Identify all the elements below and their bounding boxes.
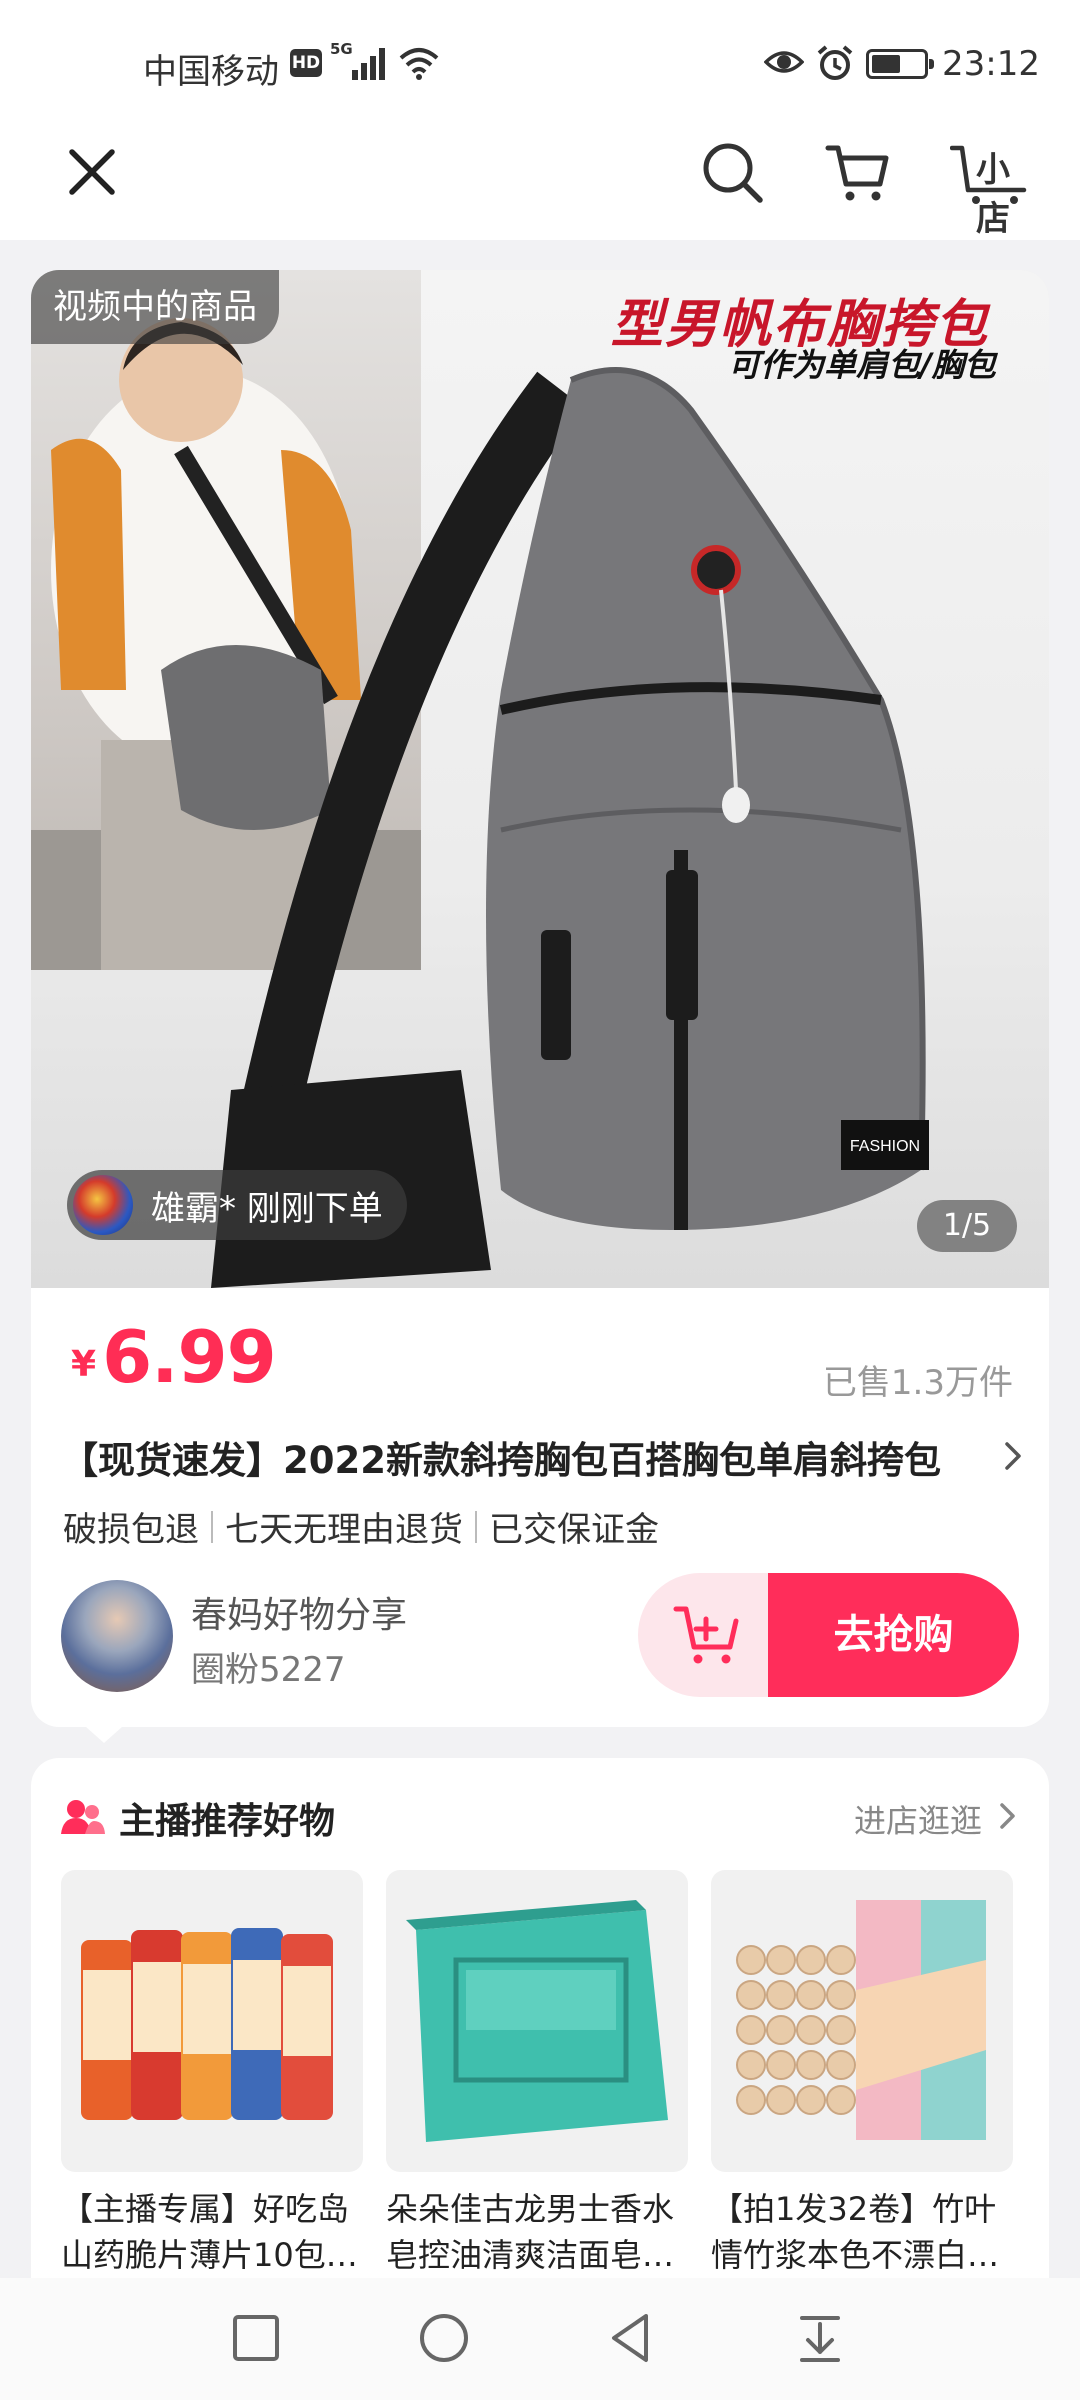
- home-icon[interactable]: [414, 2308, 474, 2368]
- search-icon[interactable]: [700, 140, 766, 206]
- image-page-indicator: 1/5: [917, 1200, 1017, 1252]
- price-value: 6.99: [102, 1315, 277, 1399]
- promo-subtitle: 可作为单肩包/胸包: [728, 346, 996, 384]
- seller-avatar[interactable]: [61, 1580, 173, 1692]
- wifi-icon: [399, 48, 439, 80]
- recommend-item[interactable]: 【主播专属】好吃岛山药脆片薄片10包…: [61, 1870, 363, 2278]
- clock: 23:12: [942, 44, 1040, 84]
- product-image-carousel[interactable]: FASHION 视频中的商品 型男帆布胸挎包 可作为单肩包/胸包 雄霸* 刚刚下…: [31, 270, 1049, 1288]
- service-item: 已交保证金: [489, 1510, 659, 1550]
- streamer-recommendations: 主播推荐好物 进店逛逛 【主播专属】好吃岛山药脆片薄片10包… 朵朵佳古龙男士香…: [31, 1758, 1049, 2278]
- cart-icon[interactable]: [824, 142, 890, 204]
- price: ¥6.99: [71, 1315, 277, 1399]
- recommend-item-image: [711, 1870, 1013, 2172]
- network-type: 5G: [330, 40, 353, 58]
- service-guarantees[interactable]: 破损包退 七天无理由退货 已交保证金: [63, 1502, 659, 1551]
- recents-icon[interactable]: [226, 2308, 286, 2368]
- people-icon: [61, 1800, 105, 1834]
- status-bar: 中国移动 HD 5G 23:12: [0, 0, 1080, 130]
- seller-name[interactable]: 春妈好物分享: [191, 1586, 407, 1638]
- battery-icon: [866, 49, 934, 79]
- buy-now-button[interactable]: 去抢购: [768, 1573, 1019, 1697]
- card-pointer: [86, 1727, 122, 1743]
- battery-level: [872, 55, 900, 73]
- add-cart-icon: [673, 1606, 739, 1664]
- section-title: 主播推荐好物: [119, 1801, 336, 1842]
- product-title[interactable]: 【现货速发】2022新款斜挎胸包百搭胸包单肩斜挎包: [61, 1430, 991, 1484]
- notification-pull-icon[interactable]: [790, 2308, 850, 2368]
- recommend-item-name: 朵朵佳古龙男士香水皂控油清爽洁面皂…: [386, 2190, 675, 2274]
- divider: [475, 1510, 477, 1543]
- service-item: 七天无理由退货: [225, 1510, 463, 1550]
- close-icon[interactable]: [62, 142, 122, 202]
- chevron-right-icon[interactable]: [995, 1800, 1019, 1832]
- carrier-label: 中国移动: [143, 52, 279, 92]
- chevron-right-icon[interactable]: [999, 1438, 1027, 1474]
- svg-text:FASHION: FASHION: [850, 1138, 920, 1155]
- eye-icon: [764, 51, 804, 73]
- visit-shop-link[interactable]: 进店逛逛: [854, 1796, 982, 1842]
- signal-icon: [352, 48, 386, 80]
- alarm-icon: [817, 45, 853, 80]
- seller-fans: 圈粉5227: [191, 1650, 346, 1690]
- shop-button[interactable]: 小店: [950, 142, 1032, 239]
- shop-label: 小店: [976, 150, 1010, 239]
- divider: [211, 1510, 213, 1543]
- product-card: FASHION 视频中的商品 型男帆布胸挎包 可作为单肩包/胸包 雄霸* 刚刚下…: [31, 270, 1049, 1727]
- recommend-item-name: 【主播专属】好吃岛山药脆片薄片10包…: [61, 2190, 358, 2274]
- video-product-badge: 视频中的商品: [31, 270, 279, 344]
- hd-badge: HD: [290, 49, 322, 77]
- back-icon[interactable]: [602, 2308, 662, 2368]
- product-image: FASHION: [31, 318, 929, 1288]
- recommend-item-image: [61, 1870, 363, 2172]
- buyer-avatar: [73, 1175, 133, 1235]
- service-item: 破损包退: [63, 1510, 199, 1550]
- top-navigation: 小店: [0, 130, 1080, 240]
- add-to-cart-button[interactable]: [638, 1573, 778, 1697]
- recommend-item-image: [386, 1870, 688, 2172]
- recent-order-ticker: 雄霸* 刚刚下单: [67, 1170, 407, 1240]
- system-navigation-bar: [0, 2278, 1080, 2400]
- recent-order-text: 雄霸* 刚刚下单: [151, 1188, 383, 1229]
- recommend-item-name: 【拍1发32卷】竹叶情竹浆本色不漂白…: [711, 2190, 1000, 2274]
- recommend-item[interactable]: 朵朵佳古龙男士香水皂控油清爽洁面皂…: [386, 1870, 688, 2278]
- sold-count: 已售1.3万件: [822, 1363, 1013, 1403]
- currency-symbol: ¥: [71, 1344, 97, 1385]
- recommend-item[interactable]: 【拍1发32卷】竹叶情竹浆本色不漂白…: [711, 1870, 1013, 2278]
